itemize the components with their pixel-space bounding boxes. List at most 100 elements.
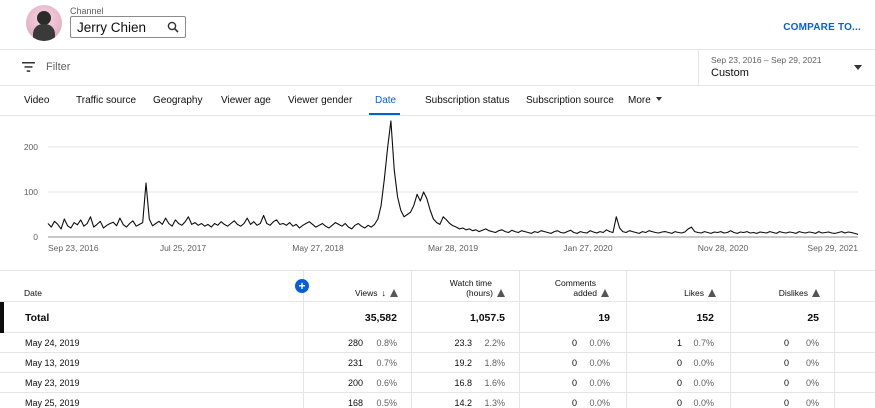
- header-views-label: Views: [354, 288, 378, 298]
- row-likes: 0: [676, 378, 682, 388]
- date-preset: Custom: [711, 67, 749, 79]
- header-watch-time-line1: Watch time: [449, 278, 492, 288]
- tab-subscription-source[interactable]: Subscription source: [526, 95, 614, 106]
- header-watch-time-line2: (hours): [466, 288, 493, 298]
- row-date: May 24, 2019: [25, 338, 80, 348]
- header-likes-label: Likes: [684, 288, 704, 298]
- row-watch-time-pct: 1.3%: [484, 398, 505, 408]
- header-dislikes[interactable]: Dislikes: [740, 288, 820, 298]
- total-row-marker: [0, 302, 4, 333]
- tab-video[interactable]: Video: [24, 95, 49, 106]
- total-row: Total 35,582 1,057.5 19 152 25: [0, 302, 875, 333]
- row-dislikes: 0: [783, 358, 789, 368]
- table-row[interactable]: May 25, 2019 168 0.5% 14.2 1.3% 0 0.0% 0 0.0% 0 0%: [0, 393, 875, 408]
- tab-subscription-status[interactable]: Subscription status: [425, 95, 510, 106]
- row-views: 168: [347, 398, 363, 408]
- compare-to-button[interactable]: COMPARE TO...: [783, 22, 861, 33]
- row-watch-time: 19.2: [454, 358, 472, 368]
- avatar-head: [37, 11, 51, 25]
- row-likes-pct: 0.0%: [693, 358, 714, 368]
- warning-icon[interactable]: [708, 289, 716, 297]
- row-likes-pct: 0.7%: [693, 338, 714, 348]
- filter-icon[interactable]: [22, 62, 35, 72]
- header-views[interactable]: Views ↓: [316, 288, 398, 298]
- tab-more[interactable]: More: [628, 95, 662, 106]
- header-comments-line1: Comments: [554, 278, 596, 288]
- row-comments: 0: [571, 358, 577, 368]
- row-dislikes-pct: 0%: [805, 358, 819, 368]
- metrics-table: Date + Views ↓ Watch time (hours) Comment…: [0, 270, 875, 408]
- header-date[interactable]: Date: [24, 288, 42, 298]
- channel-label: Channel: [70, 6, 104, 16]
- row-watch-time-pct: 1.8%: [484, 358, 505, 368]
- tab-geography[interactable]: Geography: [153, 95, 202, 106]
- row-views-pct: 0.5%: [376, 398, 397, 408]
- add-column-button[interactable]: +: [295, 279, 309, 293]
- x-tick-label: May 27, 2018: [292, 243, 344, 253]
- row-views: 231: [347, 358, 363, 368]
- chevron-down-icon: [854, 65, 862, 70]
- total-likes: 152: [696, 312, 714, 324]
- row-dislikes: 0: [783, 378, 789, 388]
- row-views: 200: [347, 378, 363, 388]
- views-chart: 0 100 200 Sep 23, 2016 Jul 25, 2017 May 27, …: [0, 116, 875, 256]
- table-row[interactable]: May 23, 2019 200 0.6% 16.8 1.6% 0 0.0% 0 0.0% 0 0%: [0, 373, 875, 393]
- row-watch-time-pct: 2.2%: [484, 338, 505, 348]
- row-dislikes: 0: [783, 338, 789, 348]
- active-tab-indicator: [369, 113, 400, 115]
- avatar[interactable]: [26, 5, 62, 41]
- tab-viewer-age[interactable]: Viewer age: [221, 95, 271, 106]
- y-tick-label: 200: [24, 142, 38, 152]
- tab-viewer-gender[interactable]: Viewer gender: [288, 95, 352, 106]
- total-dislikes: 25: [807, 312, 819, 324]
- tab-traffic-source[interactable]: Traffic source: [76, 95, 136, 106]
- date-range-text: Sep 23, 2016 – Sep 29, 2021: [711, 55, 822, 65]
- header-comments-line2: added: [573, 288, 597, 298]
- line-chart: 0 100 200 Sep 23, 2016 Jul 25, 2017 May 27, …: [24, 120, 858, 253]
- warning-icon[interactable]: [497, 289, 505, 297]
- header-likes[interactable]: Likes: [636, 288, 716, 298]
- header-comments[interactable]: Comments added: [528, 278, 609, 298]
- total-comments: 19: [598, 312, 610, 324]
- date-range-selector[interactable]: Sep 23, 2016 – Sep 29, 2021 Custom: [698, 50, 875, 86]
- row-date: May 25, 2019: [25, 398, 80, 408]
- row-comments-pct: 0.0%: [589, 358, 610, 368]
- header-watch-time[interactable]: Watch time (hours): [420, 278, 505, 298]
- total-watch-time: 1,057.5: [469, 312, 505, 324]
- table-row[interactable]: May 13, 2019 231 0.7% 19.2 1.8% 0 0.0% 0 0.0% 0 0%: [0, 353, 875, 373]
- row-watch-time: 14.2: [454, 398, 472, 408]
- row-dislikes-pct: 0%: [805, 378, 819, 388]
- warning-icon[interactable]: [601, 289, 609, 297]
- dimension-tabs: Video Traffic source Geography Viewer ag…: [0, 86, 875, 116]
- warning-icon[interactable]: [812, 289, 820, 297]
- row-views-pct: 0.7%: [376, 358, 397, 368]
- avatar-body: [33, 24, 55, 41]
- search-icon[interactable]: [167, 21, 179, 33]
- row-views-pct: 0.8%: [376, 338, 397, 348]
- warning-icon[interactable]: [390, 289, 398, 297]
- sort-down-icon[interactable]: ↓: [382, 288, 387, 298]
- row-comments: 0: [571, 338, 577, 348]
- total-label: Total: [25, 312, 50, 324]
- row-comments: 0: [571, 378, 577, 388]
- row-dislikes-pct: 0%: [805, 398, 819, 408]
- row-date: May 13, 2019: [25, 358, 80, 368]
- row-date: May 23, 2019: [25, 378, 80, 388]
- row-comments-pct: 0.0%: [589, 378, 610, 388]
- header-dislikes-label: Dislikes: [778, 288, 808, 298]
- table-header: Date + Views ↓ Watch time (hours) Comment…: [0, 270, 875, 302]
- channel-selector[interactable]: Jerry Chien: [70, 16, 186, 38]
- y-tick-label: 100: [24, 187, 38, 197]
- row-comments: 0: [571, 398, 577, 408]
- y-tick-label: 0: [33, 232, 38, 242]
- x-tick-label: Mar 28, 2019: [428, 243, 478, 253]
- row-watch-time: 16.8: [454, 378, 472, 388]
- table-row[interactable]: May 24, 2019 280 0.8% 23.3 2.2% 0 0.0% 1 0.7% 0 0%: [0, 333, 875, 353]
- row-watch-time-pct: 1.6%: [484, 378, 505, 388]
- row-likes: 0: [676, 398, 682, 408]
- tab-date[interactable]: Date: [375, 95, 396, 106]
- filter-input[interactable]: Filter: [46, 61, 70, 73]
- chevron-down-icon: [655, 97, 662, 101]
- row-dislikes-pct: 0%: [805, 338, 819, 348]
- row-comments-pct: 0.0%: [589, 398, 610, 408]
